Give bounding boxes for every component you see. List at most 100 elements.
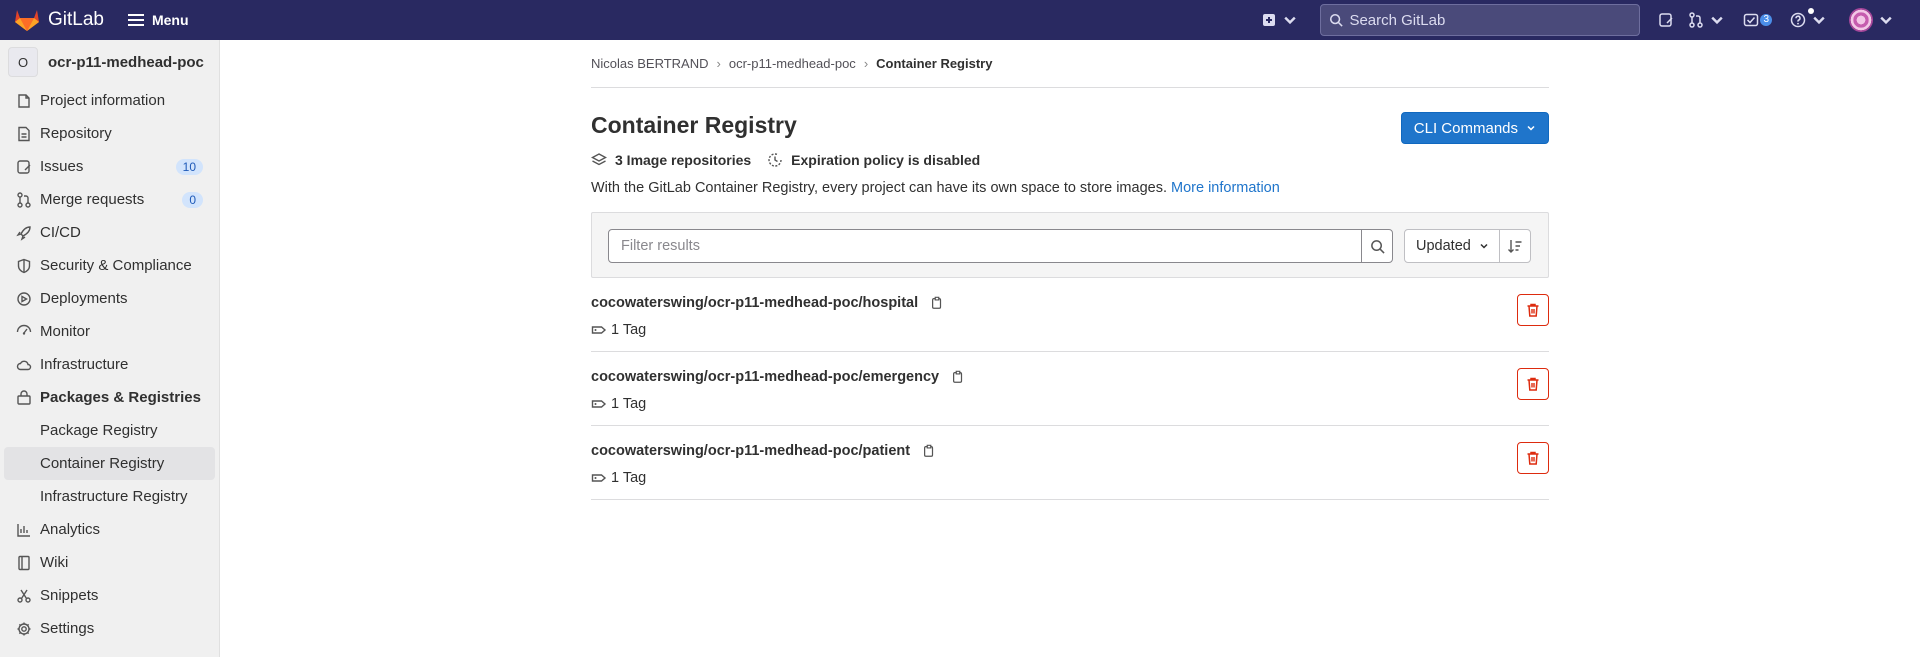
chevron-down-icon xyxy=(1880,16,1892,25)
user-menu[interactable] xyxy=(1849,0,1894,40)
rocket-icon xyxy=(16,225,32,241)
sidebar-project-header[interactable]: O ocr-p11-medhead-poc xyxy=(0,40,219,84)
sort-label: Updated xyxy=(1416,238,1471,254)
sidebar-item-label: Snippets xyxy=(40,587,99,604)
sidebar-subitem-package-registry[interactable]: Package Registry xyxy=(0,414,219,447)
sidebar-subitem-container-registry[interactable]: Container Registry xyxy=(4,447,215,480)
breadcrumb-user[interactable]: Nicolas BERTRAND xyxy=(591,56,709,71)
sidebar-item-ci-cd[interactable]: CI/CD xyxy=(0,216,219,249)
delete-repository-button[interactable] xyxy=(1517,294,1549,326)
help-dropdown[interactable] xyxy=(1790,0,1827,40)
merge-request-icon xyxy=(16,191,32,208)
project-avatar: O xyxy=(8,47,38,77)
sidebar-item-label: Monitor xyxy=(40,323,91,340)
sidebar-item-label: Security & Compliance xyxy=(40,257,192,274)
sidebar-subitem-infrastructure-registry[interactable]: Infrastructure Registry xyxy=(0,480,219,513)
breadcrumb-current[interactable]: Container Registry xyxy=(876,56,992,71)
sidebar-item-snippets[interactable]: Snippets xyxy=(0,579,219,612)
repository-path-link[interactable]: cocowaterswing/ocr-p11-medhead-poc/patie… xyxy=(591,443,910,459)
search-placeholder: Search GitLab xyxy=(1349,11,1446,29)
copy-to-clipboard-icon[interactable] xyxy=(922,444,936,458)
sidebar-item-deployments[interactable]: Deployments xyxy=(0,282,219,315)
tag-count: 1 Tag xyxy=(611,396,647,412)
registry-description: With the GitLab Container Registry, ever… xyxy=(591,180,1549,196)
sidebar-item-label: Merge requests xyxy=(40,191,145,208)
sidebar-item-security-compliance[interactable]: Security & Compliance xyxy=(0,249,219,282)
sidebar-item-label: Project information xyxy=(40,92,166,109)
menu-label: Menu xyxy=(151,12,189,28)
main-content: Nicolas BERTRAND › ocr-p11-medhead-poc ›… xyxy=(591,40,1549,500)
filter-search-button[interactable] xyxy=(1361,229,1393,263)
more-information-link[interactable]: More information xyxy=(1171,180,1280,196)
delete-repository-button[interactable] xyxy=(1517,442,1549,474)
snippet-icon xyxy=(16,588,32,604)
sidebar-item-label: Packages & Registries xyxy=(40,389,201,406)
sidebar-item-settings[interactable]: Settings xyxy=(0,612,219,645)
breadcrumb-project[interactable]: ocr-p11-medhead-poc xyxy=(729,56,856,71)
cli-commands-label: CLI Commands xyxy=(1413,119,1518,137)
sidebar-item-label: Package Registry xyxy=(40,422,158,439)
sidebar-item-issues[interactable]: Issues 10 xyxy=(0,150,219,183)
package-icon xyxy=(16,389,32,406)
sidebar-item-label: Issues xyxy=(40,158,84,175)
deployments-icon xyxy=(16,291,32,307)
sidebar-item-label: Infrastructure xyxy=(40,356,129,373)
settings-icon xyxy=(16,621,32,637)
chevron-down-icon xyxy=(1711,16,1724,25)
tag-icon xyxy=(591,400,607,408)
expiration-policy-status: Expiration policy is disabled xyxy=(791,152,981,168)
tag-count: 1 Tag xyxy=(611,470,647,486)
delete-repository-button[interactable] xyxy=(1517,368,1549,400)
gitlab-logo[interactable]: GitLab xyxy=(14,0,104,40)
sort-dropdown[interactable]: Updated xyxy=(1404,229,1500,263)
sidebar-item-repository[interactable]: Repository xyxy=(0,117,219,150)
repository-path-link[interactable]: cocowaterswing/ocr-p11-medhead-poc/hospi… xyxy=(591,295,918,311)
plus-square-icon xyxy=(1263,14,1276,26)
sidebar-item-wiki[interactable]: Wiki xyxy=(0,546,219,579)
issues-count-badge: 10 xyxy=(175,158,203,175)
sidebar-item-label: Repository xyxy=(40,125,112,142)
list-item: cocowaterswing/ocr-p11-medhead-poc/patie… xyxy=(591,426,1549,500)
menu-button[interactable]: Menu xyxy=(127,6,189,34)
sort-direction-button[interactable] xyxy=(1499,229,1531,263)
sidebar-item-label: Container Registry xyxy=(40,455,165,472)
copy-to-clipboard-icon[interactable] xyxy=(951,370,965,384)
sidebar-item-project-information[interactable]: Project information xyxy=(0,84,219,117)
hamburger-icon xyxy=(127,14,144,26)
layers-icon xyxy=(591,153,607,166)
search-input[interactable]: Search GitLab xyxy=(1320,4,1641,36)
merge-request-icon xyxy=(1689,12,1704,28)
book-icon xyxy=(16,555,32,571)
shield-icon xyxy=(16,258,32,274)
merge-requests-dropdown[interactable] xyxy=(1688,0,1725,40)
tag-icon xyxy=(591,474,607,482)
repository-path-link[interactable]: cocowaterswing/ocr-p11-medhead-poc/emerg… xyxy=(591,369,939,385)
image-repositories-count: 3 Image repositories xyxy=(615,152,752,168)
chevron-down-icon xyxy=(1527,125,1535,131)
cli-commands-button[interactable]: CLI Commands xyxy=(1400,112,1549,144)
sidebar-item-merge-requests[interactable]: Merge requests 0 xyxy=(0,183,219,216)
sidebar-item-label: CI/CD xyxy=(40,224,81,241)
sidebar-item-monitor[interactable]: Monitor xyxy=(0,315,219,348)
gitlab-tanuki-icon xyxy=(15,10,39,31)
tag-icon xyxy=(591,326,607,334)
registry-meta: 3 Image repositories Expiration policy i… xyxy=(591,150,1549,170)
issues-button[interactable] xyxy=(1658,0,1674,40)
description-text: With the GitLab Container Registry, ever… xyxy=(591,180,1167,196)
expire-icon xyxy=(768,153,782,167)
monitor-icon xyxy=(16,324,32,340)
project-icon xyxy=(16,93,32,109)
sidebar-item-packages-registries[interactable]: Packages & Registries xyxy=(0,381,219,414)
search-icon xyxy=(1330,13,1344,27)
notification-dot xyxy=(1808,8,1814,14)
page-header: Container Registry CLI Commands xyxy=(591,88,1549,144)
todos-button[interactable]: 3 xyxy=(1743,0,1772,40)
user-avatar xyxy=(1849,8,1873,32)
sidebar-item-infrastructure[interactable]: Infrastructure xyxy=(0,348,219,381)
sidebar-item-label: Infrastructure Registry xyxy=(40,488,188,505)
new-dropdown[interactable] xyxy=(1261,0,1298,40)
filter-results-input[interactable]: Filter results xyxy=(608,229,1362,263)
copy-to-clipboard-icon[interactable] xyxy=(930,296,944,310)
sidebar-item-analytics[interactable]: Analytics xyxy=(0,513,219,546)
merge-requests-count-badge: 0 xyxy=(182,191,203,208)
